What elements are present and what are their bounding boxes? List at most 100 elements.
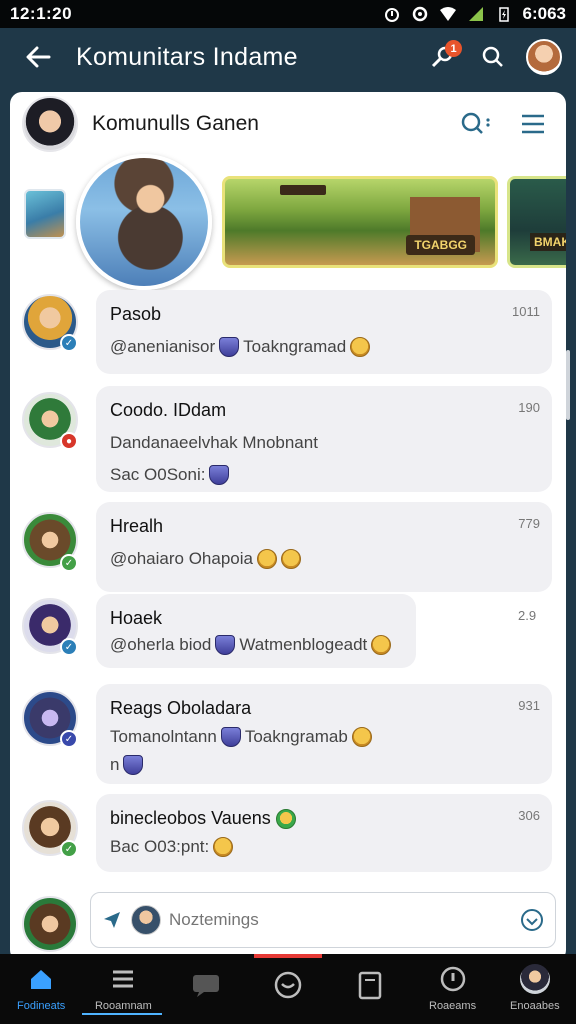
sender-name: Hoaek bbox=[110, 608, 163, 628]
list-item[interactable]: ✓ Hoaek @oherla biod Watmenblogeadt 2.9 bbox=[10, 594, 566, 674]
message-bubble: Hrealh @ohaiaro Ohapoia 779 bbox=[96, 502, 552, 592]
message-time: 931 bbox=[518, 698, 540, 713]
page-title: Komunitars Indame bbox=[76, 42, 298, 71]
group-avatar[interactable] bbox=[22, 96, 78, 152]
list-item[interactable]: ✓ Pasob @anenianisor Toakngramad 1011 bbox=[10, 290, 566, 380]
chat-icon bbox=[192, 975, 219, 997]
stories-carousel: TGABGG BMAK bbox=[10, 154, 566, 290]
story-thumb-game[interactable] bbox=[24, 189, 66, 239]
signal-icon bbox=[468, 7, 483, 21]
message-time: 306 bbox=[518, 808, 540, 823]
status-bar: 12:1:20 6:063 bbox=[0, 0, 576, 28]
document-icon bbox=[359, 971, 382, 1000]
send-icon[interactable] bbox=[101, 909, 123, 931]
alarm-icon bbox=[384, 8, 399, 22]
message-text: @oherla biod Watmenblogeadt bbox=[110, 635, 402, 655]
scroll-handle[interactable] bbox=[566, 350, 570, 420]
message-line: @oherla biod bbox=[110, 635, 212, 654]
message-composer bbox=[90, 892, 556, 948]
list-item[interactable]: ✓ Reags Oboladara Tomanolntann Toakngram… bbox=[10, 684, 566, 788]
nav-item-home[interactable]: Fodineats bbox=[0, 954, 82, 1024]
online-badge-icon: ✓ bbox=[60, 554, 78, 572]
grin-emoji-icon bbox=[213, 837, 234, 858]
info-icon bbox=[440, 966, 465, 992]
message-time: 190 bbox=[518, 400, 540, 415]
message-bubble: binecleobos Vauens Bac O03:pnt: 306 bbox=[96, 794, 552, 872]
emoji-icon bbox=[274, 971, 302, 999]
composer-avatar bbox=[131, 905, 161, 935]
search-icon bbox=[482, 46, 503, 67]
hamburger-menu-icon[interactable] bbox=[520, 113, 546, 135]
story-banner-forest[interactable]: BMAK bbox=[507, 176, 566, 268]
sender-name: Reags Oboladara bbox=[110, 698, 252, 718]
message-text: Tomanolntann Toakngramab bbox=[110, 727, 538, 747]
home-icon bbox=[31, 970, 52, 989]
message-line: Watmenblogeadt bbox=[239, 635, 368, 654]
message-time: 1011 bbox=[512, 304, 540, 319]
back-button[interactable] bbox=[0, 28, 76, 86]
nav-label: Roaeams bbox=[429, 1000, 477, 1012]
nav-label: Fodineats bbox=[16, 1000, 66, 1012]
message-time: 779 bbox=[518, 516, 540, 531]
sender-name: Hrealh bbox=[110, 516, 164, 536]
message-text: @ohaiaro Ohapoia bbox=[110, 549, 538, 569]
avatar[interactable] bbox=[22, 896, 78, 952]
scroll-indicator bbox=[254, 954, 322, 958]
story-hero-avatar[interactable] bbox=[76, 154, 212, 290]
app-bar: Komunitars Indame 1 bbox=[0, 28, 576, 86]
search-more-icon[interactable] bbox=[460, 111, 494, 137]
smile-emoji-icon bbox=[280, 549, 301, 569]
message-text: @anenianisor Toakngramad bbox=[110, 337, 538, 357]
app-bar-actions: 1 bbox=[426, 38, 576, 76]
arrow-left-icon bbox=[26, 46, 51, 68]
tab-underline bbox=[82, 1013, 162, 1015]
banner-progress-bar bbox=[280, 185, 326, 195]
group-header: Komunulls Ganen bbox=[10, 92, 566, 156]
list-item[interactable]: ✓ binecleobos Vauens Bac O03:pnt: 306 bbox=[10, 794, 566, 878]
cool-emoji-icon bbox=[256, 549, 277, 569]
community-sheet: Komunulls Ganen TGABGG BMAK ✓ Pasob @ane… bbox=[10, 92, 566, 962]
sender-name: binecleobos Vauens bbox=[110, 808, 538, 830]
battery-icon bbox=[498, 7, 509, 22]
status-icons: 6:063 bbox=[383, 4, 566, 24]
sender-name-text: binecleobos Vauens bbox=[110, 808, 271, 828]
laugh-emoji-icon bbox=[371, 635, 392, 655]
message-input[interactable] bbox=[169, 910, 511, 930]
search-button[interactable] bbox=[474, 38, 512, 76]
download-circle-icon[interactable] bbox=[519, 907, 545, 933]
notifications-button[interactable]: 1 bbox=[426, 40, 462, 74]
banner-tag: TGABGG bbox=[406, 235, 475, 255]
nav-label: Rooamnam bbox=[94, 1000, 152, 1012]
list-item[interactable]: ● Coodo. IDdam Dandanaeelvhak Mnobnant S… bbox=[10, 386, 566, 496]
status-time: 12:1:20 bbox=[10, 4, 73, 23]
story-banner-village[interactable]: TGABGG bbox=[222, 176, 498, 268]
message-line: Sac O0Soni: bbox=[110, 465, 206, 484]
alert-badge-icon: ● bbox=[60, 432, 78, 450]
message-line: Toakngramab bbox=[244, 727, 348, 746]
message-bubble: Pasob @anenianisor Toakngramad 1011 bbox=[96, 290, 552, 374]
nav-item-chat[interactable] bbox=[165, 954, 247, 1024]
nav-item-info[interactable]: Roaeams bbox=[411, 954, 493, 1024]
shield-emoji-icon bbox=[215, 635, 236, 655]
menu-icon bbox=[113, 970, 134, 988]
verified-badge-icon: ✓ bbox=[60, 730, 78, 748]
mage-emoji-icon bbox=[220, 727, 241, 747]
grin-emoji-icon bbox=[350, 337, 371, 357]
message-bubble: Coodo. IDdam Dandanaeelvhak Mnobnant Sac… bbox=[96, 386, 552, 492]
message-text: Sac O0Soni: bbox=[110, 465, 538, 485]
message-line: n bbox=[110, 755, 120, 774]
nav-item-profile[interactable]: Enoaabes bbox=[494, 954, 576, 1024]
nav-item-emoji[interactable] bbox=[247, 954, 329, 1024]
message-line: @anenianisor bbox=[110, 337, 216, 356]
sync-icon bbox=[412, 6, 427, 22]
message-text: n bbox=[110, 755, 538, 775]
nav-item-documents[interactable] bbox=[329, 954, 411, 1024]
nav-label: Enoaabes bbox=[510, 1000, 560, 1012]
list-item[interactable]: ✓ Hrealh @ohaiaro Ohapoia 779 bbox=[10, 502, 566, 598]
message-line: Dandanaeelvhak Mnobnant bbox=[110, 433, 318, 452]
verified-badge-icon: ✓ bbox=[60, 638, 78, 656]
sender-name: Coodo. IDdam bbox=[110, 400, 227, 420]
message-line: Toakngramad bbox=[243, 337, 347, 356]
message-line: @ohaiaro Ohapoia bbox=[110, 549, 253, 568]
user-avatar[interactable] bbox=[526, 39, 562, 75]
